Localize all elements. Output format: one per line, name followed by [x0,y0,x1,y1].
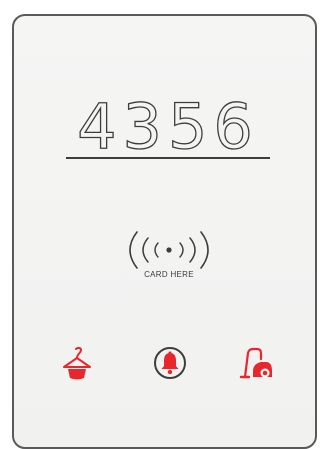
room-number-display: 4356 [58,89,278,163]
door-panel: 4356 CARD HERE [12,14,317,449]
card-reader[interactable]: CARD HERE [113,228,225,308]
cleaning-indicator[interactable] [239,347,275,381]
bell-icon [154,347,186,379]
card-here-label: CARD HERE [144,270,194,279]
room-number-underline [66,157,270,159]
room-number: 4356 [77,90,259,163]
doorbell-indicator[interactable] [153,346,187,380]
vacuum-cleaner-icon [239,347,272,379]
contactless-card-reader-icon [129,231,209,269]
housekeeping-indicator[interactable] [62,346,92,380]
hanger-icon [63,346,91,380]
